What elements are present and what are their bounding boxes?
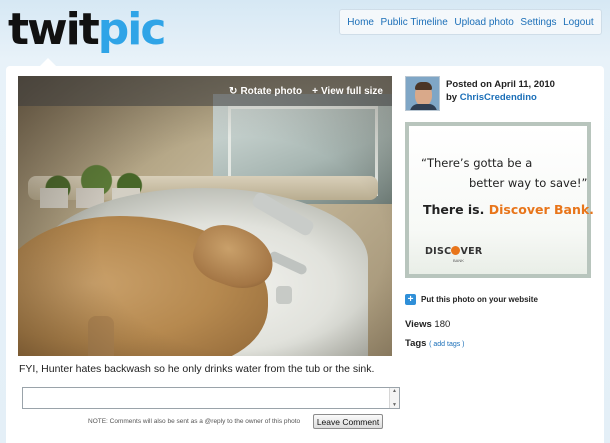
scroll-up-icon[interactable]: ▲ — [392, 388, 397, 394]
comment-input[interactable]: ▲ ▼ — [22, 387, 400, 409]
views-value: 180 — [434, 319, 451, 330]
username-link[interactable]: ChrisCredendino — [460, 92, 537, 103]
brand-sub: BANK — [453, 258, 464, 263]
nav-settings[interactable]: Settings — [520, 17, 556, 28]
ad-line-3b: Discover Bank. — [488, 202, 594, 217]
nav-logout[interactable]: Logout — [563, 17, 594, 28]
twitpic-logo[interactable]: twit pic — [8, 4, 167, 56]
posted-by-label: by — [446, 92, 458, 103]
discover-logo: DISC VER — [425, 246, 483, 257]
photo-toolbar: ↻ Rotate photo + View full size — [18, 76, 392, 106]
comment-note: NOTE: Comments will also be sent as a @r… — [88, 418, 301, 425]
logo-pic: pic — [97, 4, 167, 55]
avatar-shirt — [410, 104, 437, 110]
nav-public-timeline[interactable]: Public Timeline — [381, 17, 448, 28]
add-icon: + — [405, 294, 416, 305]
views-label: Views — [405, 319, 432, 330]
brand-a: DISC — [425, 246, 452, 257]
view-full-size-label: View full size — [320, 85, 383, 97]
add-tags-link[interactable]: ( add tags ) — [429, 341, 464, 348]
tags-label: Tags — [405, 338, 427, 349]
posted-date: Posted on April 11, 2010 — [446, 79, 555, 90]
photo-vignette — [18, 76, 392, 356]
avatar-hair — [415, 82, 432, 90]
views-count: Views 180 — [405, 319, 450, 330]
avatar[interactable] — [405, 76, 440, 111]
put-photo-label: Put this photo on your website — [421, 295, 538, 304]
comment-scrollbar[interactable]: ▲ ▼ — [389, 388, 399, 408]
ad-line-3: There is. Discover Bank. — [423, 202, 594, 217]
logo-twit: twit — [8, 4, 100, 55]
leave-comment-button[interactable]: Leave Comment — [313, 414, 383, 429]
scroll-down-icon[interactable]: ▼ — [392, 402, 397, 408]
rotate-photo-button[interactable]: ↻ Rotate photo — [229, 86, 302, 97]
main-photo[interactable] — [18, 76, 392, 356]
post-info: Posted on April 11, 2010 by ChrisCredend… — [446, 78, 555, 104]
brand-b: VER — [460, 246, 483, 257]
ad-inner: “There’s gotta be a better way to save!”… — [409, 126, 594, 274]
view-full-size-button[interactable]: + View full size — [312, 86, 383, 97]
nav-home[interactable]: Home — [347, 17, 374, 28]
rotate-icon: ↻ — [229, 85, 238, 97]
put-photo-on-website-link[interactable]: + Put this photo on your website — [405, 294, 538, 305]
ad-line-1: “There’s gotta be a — [421, 156, 533, 170]
discover-bank-ad[interactable]: “There’s gotta be a better way to save!”… — [405, 122, 594, 278]
ad-line-3a: There is. — [423, 202, 489, 217]
plus-icon: + — [312, 85, 318, 97]
photo-caption: FYI, Hunter hates backwash so he only dr… — [19, 363, 375, 375]
panel-notch — [40, 58, 56, 66]
nav-upload-photo[interactable]: Upload photo — [454, 17, 514, 28]
top-navigation: Home Public Timeline Upload photo Settin… — [339, 9, 602, 35]
tags-section: Tags ( add tags ) — [405, 338, 465, 349]
rotate-photo-label: Rotate photo — [240, 85, 303, 97]
ad-line-2: better way to save!” — [469, 176, 588, 190]
